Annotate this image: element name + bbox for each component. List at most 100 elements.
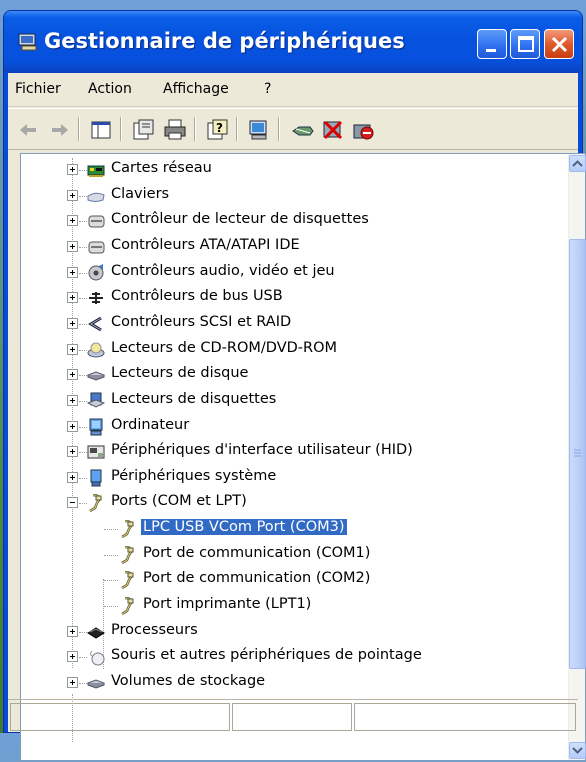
- tree-item-label: Contrôleur de lecteur de disquettes: [111, 211, 369, 227]
- expand-icon[interactable]: [67, 318, 78, 329]
- tree-item-label: Périphériques d'interface utilisateur (H…: [111, 442, 413, 458]
- scroll-down-button[interactable]: [569, 742, 586, 759]
- tree-item[interactable]: Ports (COM et LPT): [21, 491, 566, 515]
- chevron-down-icon: [572, 747, 583, 754]
- tree-item[interactable]: Périphériques d'interface utilisateur (H…: [21, 440, 566, 464]
- expand-icon[interactable]: [67, 446, 78, 457]
- status-panel: [232, 703, 352, 731]
- tree-item-label: Contrôleurs audio, vidéo et jeu: [111, 263, 335, 279]
- tree-item-label: Port imprimante (LPT1): [143, 596, 312, 612]
- help-icon[interactable]: ?: [204, 117, 230, 143]
- collapse-icon[interactable]: [67, 497, 78, 508]
- expand-icon[interactable]: [67, 651, 78, 662]
- tree-item[interactable]: Contrôleurs SCSI et RAID: [21, 312, 566, 336]
- port-icon: [119, 519, 137, 539]
- device-tree[interactable]: Cartes réseau Claviers Contrôleur de lecte…: [20, 153, 586, 761]
- tree-item[interactable]: Contrôleurs de bus USB: [21, 286, 566, 310]
- tree-guide-line: [79, 683, 87, 684]
- scroll-thumb[interactable]: [569, 239, 586, 669]
- back-arrow-icon[interactable]: [16, 117, 42, 143]
- menu-help[interactable]: ?: [264, 81, 271, 97]
- tree-item[interactable]: Contrôleurs audio, vidéo et jeu: [21, 261, 566, 285]
- tree-item-label: Ordinateur: [111, 417, 190, 433]
- tree-item[interactable]: Port de communication (COM1): [21, 543, 566, 567]
- device-manager-icon: [18, 33, 38, 51]
- expand-icon[interactable]: [67, 626, 78, 637]
- uninstall-icon[interactable]: [320, 117, 346, 143]
- tree-item[interactable]: Lecteurs de disquettes: [21, 389, 566, 413]
- tree-item[interactable]: Ordinateur: [21, 415, 566, 439]
- tree-item[interactable]: Périphériques système: [21, 466, 566, 490]
- expand-icon[interactable]: [67, 472, 78, 483]
- console-tree-icon[interactable]: [88, 117, 114, 143]
- print-icon[interactable]: [162, 117, 188, 143]
- tree-item-label: Claviers: [111, 186, 170, 202]
- maximize-button[interactable]: [510, 29, 540, 59]
- tree-guide-line: [104, 606, 118, 607]
- expand-icon[interactable]: [67, 369, 78, 380]
- tree-item[interactable]: Lecteurs de disque: [21, 363, 566, 387]
- title-bar[interactable]: Gestionnaire de périphériques: [4, 11, 582, 73]
- mouse-icon: [87, 648, 105, 666]
- tree-item[interactable]: Souris et autres périphériques de pointa…: [21, 645, 566, 669]
- status-bar: [8, 699, 578, 732]
- expand-icon[interactable]: [67, 241, 78, 252]
- menu-affichage[interactable]: Affichage: [163, 81, 229, 97]
- expand-icon[interactable]: [67, 164, 78, 175]
- toolbar-separator: [194, 117, 196, 141]
- close-icon: [551, 36, 568, 53]
- port-icon: [119, 570, 137, 590]
- tree-item[interactable]: Port imprimante (LPT1): [21, 594, 566, 618]
- tree-item[interactable]: LPC USB VCom Port (COM3): [21, 517, 566, 541]
- expand-icon[interactable]: [67, 421, 78, 432]
- vertical-scrollbar[interactable]: [568, 154, 586, 760]
- device-manager-window: Gestionnaire de périphériques Fichier Ac…: [3, 10, 586, 761]
- update-driver-icon[interactable]: [290, 117, 316, 143]
- expand-icon[interactable]: [67, 267, 78, 278]
- tree-item[interactable]: Port de communication (COM2): [21, 568, 566, 592]
- toolbar-separator: [236, 117, 238, 141]
- expand-icon[interactable]: [67, 292, 78, 303]
- tree-item[interactable]: Lecteurs de CD-ROM/DVD-ROM: [21, 338, 566, 362]
- menu-fichier[interactable]: Fichier: [15, 81, 61, 97]
- forward-arrow-icon[interactable]: [46, 117, 72, 143]
- tree-item-label: Contrôleurs SCSI et RAID: [111, 314, 292, 330]
- tree-item[interactable]: Cartes réseau: [21, 158, 566, 182]
- network-card-icon: [87, 161, 105, 179]
- close-button[interactable]: [544, 29, 574, 59]
- tree-item[interactable]: Contrôleur de lecteur de disquettes: [21, 209, 566, 233]
- toolbar-separator: [120, 117, 122, 141]
- toolbar: ?: [8, 108, 578, 150]
- scan-hardware-icon[interactable]: [246, 117, 272, 143]
- disk-drive-icon: [86, 366, 106, 384]
- expand-icon[interactable]: [67, 344, 78, 355]
- tree-item[interactable]: Processeurs: [21, 620, 566, 644]
- ide-controller-icon: [87, 238, 105, 256]
- tree-item[interactable]: Claviers: [21, 184, 566, 208]
- tree-guide-line: [79, 478, 87, 479]
- tree-guide-line: [104, 529, 118, 530]
- tree-item-label: Lecteurs de disquettes: [111, 391, 277, 407]
- window-title: Gestionnaire de périphériques: [44, 29, 405, 53]
- storage-volume-icon: [86, 674, 106, 692]
- expand-icon[interactable]: [67, 190, 78, 201]
- disable-icon[interactable]: [350, 117, 376, 143]
- minimize-icon: [486, 49, 496, 52]
- port-icon: [119, 545, 137, 565]
- tree-guide-line: [79, 273, 87, 274]
- tree-item-label: Contrôleurs de bus USB: [111, 288, 283, 304]
- maximize-icon: [518, 36, 534, 52]
- expand-icon[interactable]: [67, 677, 78, 688]
- scroll-up-button[interactable]: [569, 155, 586, 172]
- tree-item[interactable]: Volumes de stockage: [21, 671, 566, 695]
- toolbar-separator: [278, 117, 280, 141]
- minimize-button[interactable]: [477, 29, 507, 59]
- tree-guide-line: [79, 350, 87, 351]
- expand-icon[interactable]: [67, 215, 78, 226]
- tree-item[interactable]: Contrôleurs ATA/ATAPI IDE: [21, 235, 566, 259]
- scsi-icon: [87, 315, 105, 333]
- expand-icon[interactable]: [67, 395, 78, 406]
- properties-icon[interactable]: [130, 117, 156, 143]
- menu-action[interactable]: Action: [88, 81, 132, 97]
- status-panel: [354, 703, 576, 731]
